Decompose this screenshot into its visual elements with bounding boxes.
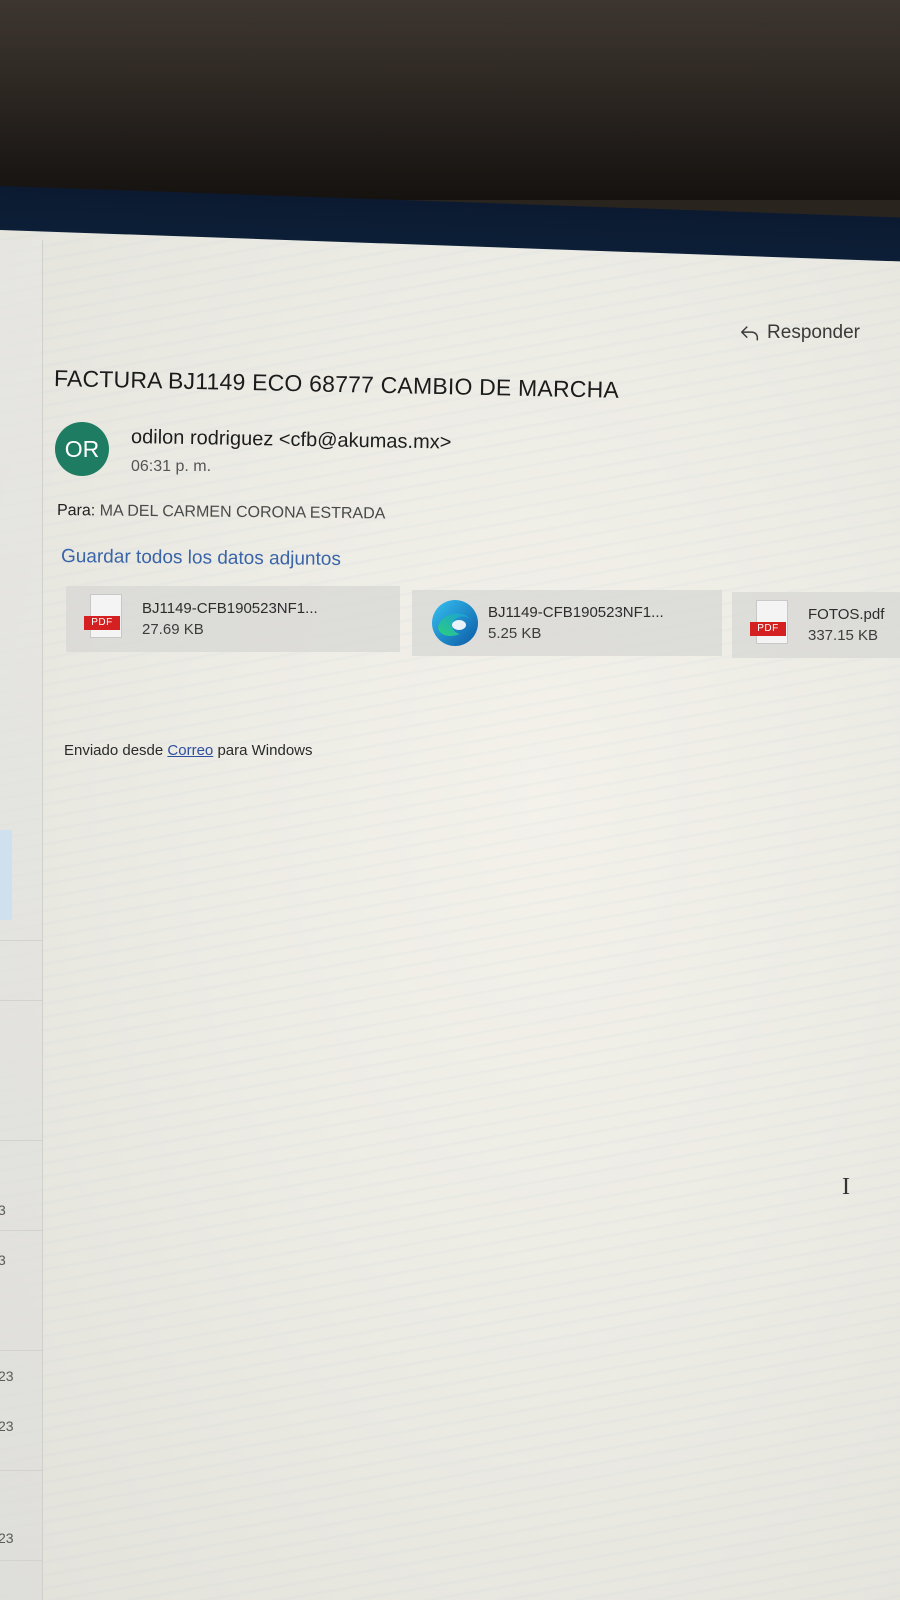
list-divider [0, 1000, 42, 1001]
attachment-name: BJ1149-CFB190523NF1... [488, 604, 664, 621]
attachment-list: PDF BJ1149-CFB190523NF1... 27.69 KB BJ11… [66, 586, 900, 660]
message-time: 06:31 p. m. [131, 458, 212, 475]
recipients-line: Para: MA DEL CARMEN CORONA ESTRADA [57, 502, 386, 523]
monitor-bezel [0, 0, 900, 200]
attachment-size: 337.15 KB [808, 627, 879, 644]
sender-name[interactable]: odilon rodriguez <cfb@akumas.mx> [131, 426, 452, 455]
list-divider [0, 1230, 42, 1231]
signature-prefix: Enviado desde [64, 742, 164, 759]
message-body-signature: Enviado desde Correo para Windows [64, 742, 313, 759]
save-all-attachments-link[interactable]: Guardar todos los datos adjuntos [61, 546, 341, 571]
text-cursor-icon: I [842, 1174, 850, 1200]
to-label: Para: [56, 502, 96, 520]
reply-label: Responder [767, 322, 860, 343]
list-divider [0, 1470, 42, 1471]
selected-message-indicator [0, 830, 12, 920]
to-recipient[interactable]: MA DEL CARMEN CORONA ESTRADA [100, 502, 386, 522]
attachment-size: 27.69 KB [142, 621, 204, 638]
attachment-item[interactable]: BJ1149-CFB190523NF1... 5.25 KB [412, 590, 722, 656]
list-item-date-fragment: 23 [0, 1418, 14, 1434]
reply-button[interactable]: Responder [739, 322, 860, 344]
attachment-item[interactable]: PDF FOTOS.pdf 337.15 KB [732, 592, 900, 658]
attachment-size: 5.25 KB [488, 625, 542, 642]
edge-browser-icon [430, 598, 478, 648]
attachment-name: BJ1149-CFB190523NF1... [142, 600, 318, 617]
attachment-item[interactable]: PDF BJ1149-CFB190523NF1... 27.69 KB [66, 586, 400, 652]
reading-pane: Responder FACTURA BJ1149 ECO 68777 CAMBI… [42, 230, 900, 1600]
signature-suffix: para Windows [217, 742, 313, 759]
correo-link[interactable]: Correo [167, 742, 213, 759]
message-subject: FACTURA BJ1149 ECO 68777 CAMBIO DE MARCH… [53, 365, 620, 403]
pdf-file-icon: PDF [84, 594, 130, 644]
list-divider [0, 940, 42, 941]
list-item-date-fragment: 23 [0, 1368, 14, 1384]
message-list-strip[interactable]: 3 3 23 23 23 [0, 240, 43, 1600]
list-divider [0, 1350, 42, 1351]
pdf-file-icon: PDF [750, 600, 796, 650]
sender-avatar: OR [55, 422, 109, 476]
reply-arrow-icon [741, 326, 759, 341]
list-divider [0, 1140, 42, 1141]
attachment-name: FOTOS.pdf [808, 606, 885, 623]
list-item-date-fragment: 3 [0, 1202, 6, 1218]
list-divider [0, 1560, 42, 1561]
list-item-date-fragment: 3 [0, 1252, 6, 1268]
list-item-date-fragment: 23 [0, 1530, 14, 1546]
